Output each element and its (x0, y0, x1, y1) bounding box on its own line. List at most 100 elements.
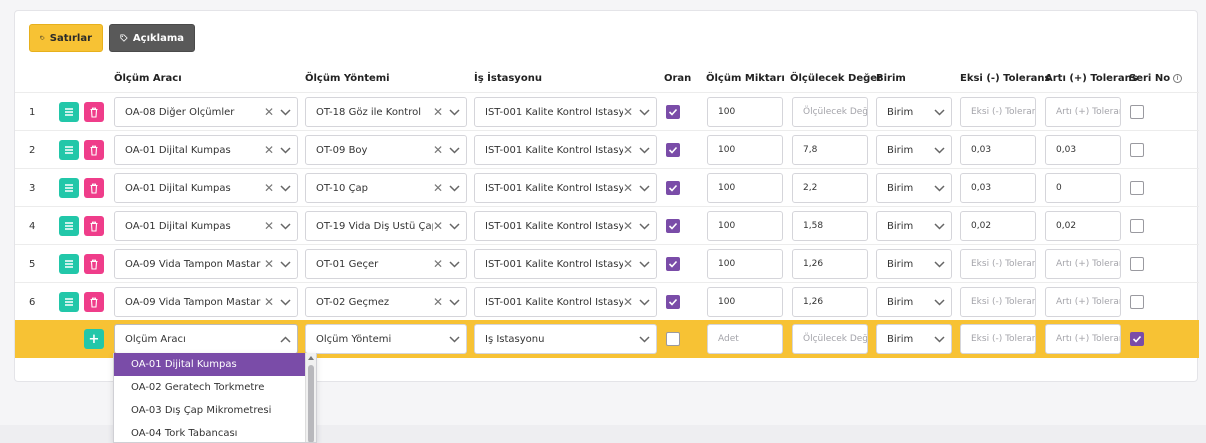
measure-qty-input[interactable]: 100 (707, 249, 783, 279)
row-delete-button[interactable] (84, 254, 104, 274)
workstation-select[interactable]: IST-001 Kalite Kontrol İstasyonu✕ (474, 249, 657, 279)
row-details-button[interactable] (59, 254, 79, 274)
serial-no-checkbox[interactable] (1130, 143, 1144, 157)
minus-tolerance-input[interactable]: 0,03 (960, 173, 1036, 203)
ratio-checkbox[interactable] (666, 257, 680, 271)
measure-qty-input[interactable]: 100 (707, 211, 783, 241)
measure-method-select[interactable]: OT-10 Çap ✕ (305, 173, 467, 203)
new-ratio-checkbox[interactable] (666, 332, 680, 346)
row-delete-button[interactable] (84, 216, 104, 236)
rows-tab-button[interactable]: Satırlar (29, 24, 103, 52)
unit-select[interactable]: Birim (876, 211, 952, 241)
clear-icon[interactable]: ✕ (623, 296, 633, 308)
dropdown-option[interactable]: OA-01 Dijital Kumpas (114, 353, 306, 376)
row-details-button[interactable] (59, 102, 79, 122)
minus-tolerance-input[interactable]: Eksi (-) Tolerans (960, 249, 1036, 279)
clear-icon[interactable]: ✕ (623, 182, 633, 194)
clear-icon[interactable]: ✕ (264, 220, 274, 232)
value-to-measure-input[interactable]: 1,58 (792, 211, 868, 241)
measure-tool-select[interactable]: OA-08 Diğer Ölçümler ✕ (114, 97, 298, 127)
row-details-button[interactable] (59, 292, 79, 312)
measure-qty-input[interactable]: 100 (707, 173, 783, 203)
clear-icon[interactable]: ✕ (623, 220, 633, 232)
ratio-checkbox[interactable] (666, 219, 680, 233)
ratio-checkbox[interactable] (666, 105, 680, 119)
value-to-measure-input[interactable]: Ölçülecek Değer (792, 97, 868, 127)
clear-icon[interactable]: ✕ (264, 106, 274, 118)
scroll-up-arrow-icon[interactable] (308, 356, 314, 360)
clear-icon[interactable]: ✕ (433, 144, 443, 156)
measure-qty-input[interactable]: 100 (707, 287, 783, 317)
clear-icon[interactable]: ✕ (433, 182, 443, 194)
minus-tolerance-input[interactable]: Eksi (-) Tolerans (960, 97, 1036, 127)
clear-icon[interactable]: ✕ (433, 220, 443, 232)
serial-no-checkbox[interactable] (1130, 295, 1144, 309)
value-to-measure-input[interactable]: 2,2 (792, 173, 868, 203)
plus-tolerance-input[interactable]: 0,02 (1045, 211, 1121, 241)
clear-icon[interactable]: ✕ (264, 182, 274, 194)
clear-icon[interactable]: ✕ (264, 144, 274, 156)
value-to-measure-input[interactable]: 7,8 (792, 135, 868, 165)
measure-method-select[interactable]: OT-01 Geçer ✕ (305, 249, 467, 279)
new-serial-checkbox[interactable] (1130, 332, 1144, 346)
clear-icon[interactable]: ✕ (623, 144, 633, 156)
plus-tolerance-input[interactable]: 0,03 (1045, 135, 1121, 165)
row-details-button[interactable] (59, 178, 79, 198)
ratio-checkbox[interactable] (666, 143, 680, 157)
unit-select[interactable]: Birim (876, 135, 952, 165)
clear-icon[interactable]: ✕ (433, 106, 443, 118)
info-icon[interactable]: i (1173, 74, 1183, 83)
row-delete-button[interactable] (84, 102, 104, 122)
dropdown-scrollbar[interactable] (305, 353, 316, 442)
measure-method-select[interactable]: OT-19 Vida Diş Üstü Çap ✕ (305, 211, 467, 241)
serial-no-checkbox[interactable] (1130, 105, 1144, 119)
serial-no-checkbox[interactable] (1130, 257, 1144, 271)
new-qty-input[interactable]: Adet (707, 324, 783, 354)
row-details-button[interactable] (59, 216, 79, 236)
workstation-select[interactable]: IST-001 Kalite Kontrol İstasyonu✕ (474, 211, 657, 241)
serial-no-checkbox[interactable] (1130, 219, 1144, 233)
unit-select[interactable]: Birim (876, 173, 952, 203)
unit-select[interactable]: Birim (876, 287, 952, 317)
workstation-select[interactable]: IST-001 Kalite Kontrol İstasyonu✕ (474, 97, 657, 127)
workstation-select[interactable]: IST-001 Kalite Kontrol İstasyonu✕ (474, 173, 657, 203)
dropdown-option[interactable]: OA-03 Dış Çap Mikrometresi (114, 399, 306, 422)
row-details-button[interactable] (59, 140, 79, 160)
measure-tool-select[interactable]: OA-09 Vida Tampon Mastar ✕ (114, 249, 298, 279)
ratio-checkbox[interactable] (666, 295, 680, 309)
measure-qty-input[interactable]: 100 (707, 97, 783, 127)
plus-tolerance-input[interactable]: Artı (+) Tolerans (1045, 249, 1121, 279)
plus-tolerance-input[interactable]: 0 (1045, 173, 1121, 203)
minus-tolerance-input[interactable]: Eksi (-) Tolerans (960, 287, 1036, 317)
clear-icon[interactable]: ✕ (433, 296, 443, 308)
plus-tolerance-input[interactable]: Artı (+) Tolerans (1045, 97, 1121, 127)
measure-method-select[interactable]: OT-18 Göz ile Kontrol ✕ (305, 97, 467, 127)
new-minus-tolerance-input[interactable]: Eksi (-) Tolerans (960, 324, 1036, 354)
value-to-measure-input[interactable]: 1,26 (792, 287, 868, 317)
clear-icon[interactable]: ✕ (264, 296, 274, 308)
minus-tolerance-input[interactable]: 0,03 (960, 135, 1036, 165)
clear-icon[interactable]: ✕ (264, 258, 274, 270)
measure-method-select[interactable]: OT-09 Boy ✕ (305, 135, 467, 165)
measure-tool-select[interactable]: OA-01 Dijital Kumpas ✕ (114, 173, 298, 203)
clear-icon[interactable]: ✕ (433, 258, 443, 270)
measure-method-select[interactable]: OT-02 Geçmez ✕ (305, 287, 467, 317)
new-plus-tolerance-input[interactable]: Artı (+) Tolerans (1045, 324, 1121, 354)
measure-qty-input[interactable]: 100 (707, 135, 783, 165)
ratio-checkbox[interactable] (666, 181, 680, 195)
description-tab-button[interactable]: Açıklama (109, 24, 195, 52)
minus-tolerance-input[interactable]: 0,02 (960, 211, 1036, 241)
new-workstation-select[interactable]: İş İstasyonu (474, 324, 657, 354)
clear-icon[interactable]: ✕ (623, 106, 633, 118)
measure-tool-select[interactable]: OA-01 Dijital Kumpas ✕ (114, 211, 298, 241)
new-measure-tool-select[interactable]: Ölçüm Aracı (114, 324, 298, 354)
dropdown-option[interactable]: OA-02 Geratech Torkmetre (114, 376, 306, 399)
workstation-select[interactable]: IST-001 Kalite Kontrol İstasyonu✕ (474, 135, 657, 165)
scroll-thumb[interactable] (308, 365, 314, 442)
workstation-select[interactable]: IST-001 Kalite Kontrol İstasyonu✕ (474, 287, 657, 317)
add-row-button[interactable]: + (84, 329, 104, 349)
measure-tool-select[interactable]: OA-09 Vida Tampon Mastar ✕ (114, 287, 298, 317)
unit-select[interactable]: Birim (876, 97, 952, 127)
row-delete-button[interactable] (84, 140, 104, 160)
new-value-input[interactable]: Ölçülecek Değer (792, 324, 868, 354)
